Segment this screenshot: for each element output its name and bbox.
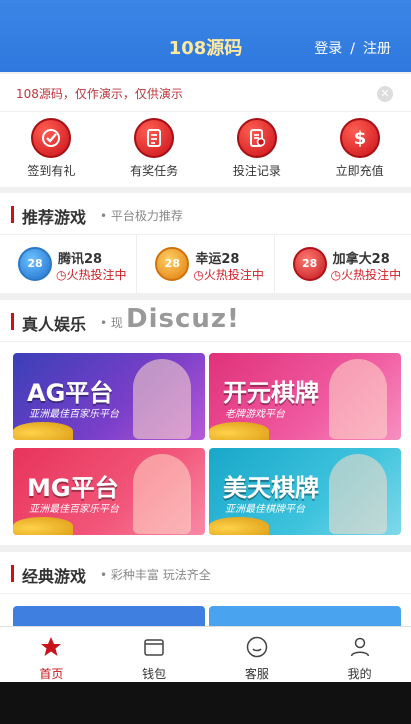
section-subtitle: • 现: [100, 316, 123, 330]
record-icon: [236, 118, 277, 158]
smile-icon: [246, 636, 268, 658]
game-item-canada28[interactable]: 28 加拿大28 ◷火热投注中: [275, 235, 411, 293]
app-screen: 108源码 登录 / 注册 108源码，仅作演示，仅供演示 ✕ 签到有礼 有奖任务 …: [0, 0, 411, 682]
quick-action-tasks[interactable]: 有奖任务: [103, 112, 206, 187]
notice-bar: 108源码，仅作演示，仅供演示 ✕: [0, 74, 411, 112]
banner-ag[interactable]: AG平台 亚洲最佳百家乐平台: [13, 353, 205, 440]
quick-action-records[interactable]: 投注记录: [206, 112, 309, 187]
tab-home[interactable]: 首页: [0, 627, 103, 682]
game-item-tencent28[interactable]: 28 腾讯28 ◷火热投注中: [0, 235, 138, 293]
tab-label: 我的: [347, 667, 372, 681]
quick-action-recharge[interactable]: $ 立即充值: [308, 112, 411, 187]
login-link[interactable]: 登录: [314, 41, 342, 57]
section-subtitle: • 彩种丰富 玩法齐全: [100, 568, 211, 582]
game-name: 腾讯28: [58, 252, 103, 267]
clock-icon: ◷: [56, 268, 67, 282]
platform-banners: AG平台 亚洲最佳百家乐平台 开元棋牌 老牌游戏平台 MG平台 亚洲最佳百家乐平…: [0, 342, 411, 542]
bottom-tab-bar: 首页 钱包 客服 我的: [0, 626, 411, 682]
auth-links: 登录 / 注册: [310, 38, 395, 58]
section-marker: [11, 565, 14, 582]
game-status: ◷火热投注中: [330, 268, 402, 282]
section-title: 推荐游戏: [22, 208, 87, 227]
tab-service[interactable]: 客服: [206, 627, 309, 682]
lottery-ball-icon: 28: [18, 247, 52, 281]
banner-meitian[interactable]: 美天棋牌 亚洲最佳棋牌平台: [209, 448, 401, 535]
tab-wallet[interactable]: 钱包: [103, 627, 206, 682]
lottery-ball-icon: 28: [155, 247, 190, 281]
section-subtitle: • 平台极力推荐: [100, 209, 183, 223]
dollar-icon: $: [339, 118, 380, 158]
coins-decoration: [13, 422, 73, 440]
section-title: 经典游戏: [22, 567, 87, 586]
discuz-watermark: Discuz!: [126, 304, 240, 334]
tab-label: 钱包: [142, 667, 167, 681]
quick-action-checkin[interactable]: 签到有礼: [0, 112, 103, 187]
coins-decoration: [209, 422, 269, 440]
quick-action-label: 有奖任务: [130, 164, 179, 178]
section-marker: [11, 313, 14, 330]
section-title: 真人娱乐: [22, 315, 87, 334]
clock-icon: ◷: [193, 268, 204, 282]
game-status: ◷火热投注中: [56, 268, 127, 282]
banner-kaiyuan[interactable]: 开元棋牌 老牌游戏平台: [209, 353, 401, 440]
section-marker: [11, 206, 14, 223]
live-section: 真人娱乐 • 现 AG平台 亚洲最佳百家乐平台 开元棋牌 老牌游戏平台 MG平台…: [0, 300, 411, 545]
banner-subtitle: 亚洲最佳百家乐平台: [29, 504, 119, 515]
register-link[interactable]: 注册: [363, 41, 391, 57]
close-icon[interactable]: ✕: [377, 86, 393, 102]
game-name: 加拿大28: [332, 252, 390, 267]
banner-subtitle: 亚洲最佳百家乐平台: [29, 409, 119, 420]
quick-action-label: 投注记录: [232, 164, 281, 178]
svg-text:$: $: [353, 128, 366, 148]
character-figure: [329, 454, 387, 534]
tab-label: 客服: [244, 667, 269, 681]
user-icon: [350, 637, 369, 657]
top-header: 108源码 登录 / 注册: [0, 0, 411, 72]
banner-mg[interactable]: MG平台 亚洲最佳百家乐平台: [13, 448, 205, 535]
quick-actions: 签到有礼 有奖任务 投注记录 $ 立即充值: [0, 112, 411, 187]
character-figure: [329, 359, 387, 439]
task-list-icon: [134, 118, 175, 158]
wallet-icon: [144, 639, 164, 656]
tab-mine[interactable]: 我的: [308, 627, 411, 682]
game-status: ◷火热投注中: [193, 268, 264, 282]
section-header: 推荐游戏 • 平台极力推荐: [0, 193, 411, 235]
auth-separator: /: [350, 41, 355, 57]
character-figure: [133, 454, 191, 534]
check-badge-icon: [31, 118, 72, 158]
classic-section: 经典游戏 • 彩种丰富 玩法齐全: [0, 552, 411, 628]
clock-icon: ◷: [330, 268, 342, 282]
banner-title: AG平台: [27, 379, 114, 407]
quick-action-label: 签到有礼: [27, 164, 76, 178]
game-list: 28 腾讯28 ◷火热投注中 28 幸运28 ◷火热投注中 28 加拿大28 ◷…: [0, 235, 411, 293]
lottery-ball-icon: 28: [292, 247, 327, 281]
coins-decoration: [209, 517, 269, 535]
character-figure: [133, 359, 191, 439]
coins-decoration: [13, 517, 73, 535]
banner-subtitle: 亚洲最佳棋牌平台: [225, 504, 305, 515]
tab-label: 首页: [39, 667, 64, 681]
notice-text: 108源码，仅作演示，仅供演示: [16, 87, 183, 101]
banner-title: MG平台: [27, 474, 119, 502]
banner-title: 美天棋牌: [223, 474, 319, 502]
classic-game-card[interactable]: [209, 606, 401, 628]
recommended-section: 推荐游戏 • 平台极力推荐 28 腾讯28 ◷火热投注中 28 幸运28 ◷火热…: [0, 193, 411, 293]
star-icon: [41, 637, 62, 656]
banner-subtitle: 老牌游戏平台: [225, 409, 285, 420]
quick-action-label: 立即充值: [335, 164, 384, 178]
classic-game-card[interactable]: [13, 606, 205, 628]
game-name: 幸运28: [195, 252, 240, 267]
game-item-lucky28[interactable]: 28 幸运28 ◷火热投注中: [137, 235, 275, 293]
banner-title: 开元棋牌: [223, 379, 319, 407]
section-header: 经典游戏 • 彩种丰富 玩法齐全: [0, 552, 411, 594]
